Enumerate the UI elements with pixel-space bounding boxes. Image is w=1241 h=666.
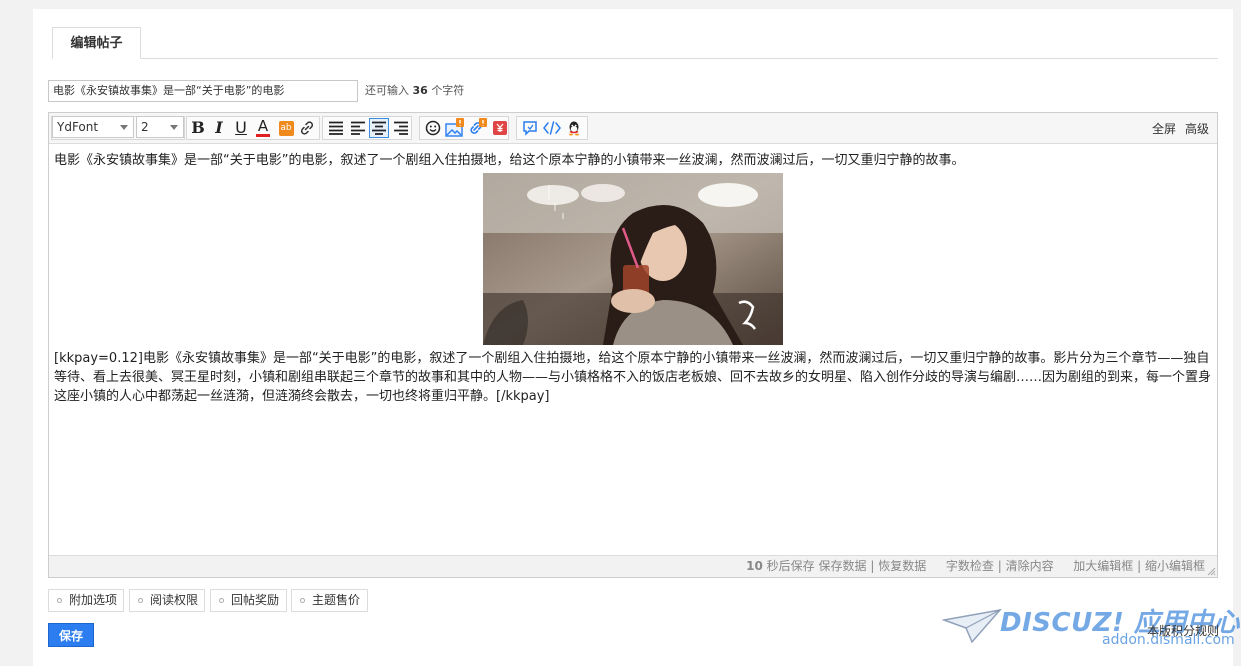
image-icon[interactable] [445,118,465,138]
qq-icon[interactable] [564,118,584,138]
chevron-down-icon [170,125,178,130]
statusbar-actions: 10 秒后保存 保存数据 | 恢复数据 字数检查 | 清除内容 加大编辑框 | … [746,556,1205,577]
word-check-link[interactable]: 字数检查 [946,559,994,573]
bullet-icon [219,598,224,603]
fullscreen-button[interactable]: 全屏 [1152,120,1176,137]
background-color-icon[interactable]: ab [276,118,296,138]
font-size-value: 2 [141,120,149,134]
clear-content-link[interactable]: 清除内容 [1006,559,1054,573]
autosave-text: 秒后保存 [766,559,815,573]
option-extra-button[interactable]: 附加选项 [48,589,124,612]
bullet-icon [57,598,62,603]
font-size-select[interactable]: 2 [136,116,184,138]
editor-toolbar: YdFont 2 B I U A ab 全屏 高级 [49,113,1217,144]
separator: | [997,559,1002,573]
font-family-value: YdFont [57,120,99,134]
save-data-link[interactable]: 保存数据 [818,559,866,573]
font-family-select[interactable]: YdFont [52,116,134,138]
resize-grip-icon[interactable] [1207,567,1216,576]
align-right-icon[interactable] [391,118,411,138]
paper-plane-icon [942,608,1002,644]
option-label: 阅读权限 [150,593,199,607]
align-center-icon[interactable] [369,118,389,138]
autosave-seconds: 10 [746,559,763,573]
bullet-icon [138,598,143,603]
advanced-mode-button[interactable]: 高级 [1185,120,1209,137]
movie-still-image[interactable] [483,173,783,345]
enlarge-editor-link[interactable]: 加大编辑框 [1073,559,1133,573]
option-thread-price-button[interactable]: 主题售价 [291,589,368,612]
editor-content-area[interactable]: 电影《永安镇故事集》是一部“关于电影”的电影，叙述了一个剧组入住拍摄地，给这个原… [49,145,1217,557]
editor-statusbar: 10 秒后保存 保存数据 | 恢复数据 字数检查 | 清除内容 加大编辑框 | … [49,555,1217,577]
comment-icon[interactable] [520,118,540,138]
separator: | [870,559,875,573]
char-count-hint: 还可输入 36 个字符 [365,80,464,102]
tab-edit-post[interactable]: 编辑帖子 [52,27,141,59]
shrink-editor-link[interactable]: 缩小编辑框 [1145,559,1205,573]
content-intro: 电影《永安镇故事集》是一部“关于电影”的电影，叙述了一个剧组入住拍摄地，给这个原… [54,153,965,168]
subject-input[interactable]: 电影《永安镇故事集》是一部“关于电影”的电影 [48,80,358,102]
font-color-icon[interactable]: A [253,118,273,138]
char-count-number: 36 [412,84,428,97]
content-image-row [54,173,1211,345]
option-label: 附加选项 [69,593,118,607]
char-count-prefix: 还可输入 [365,84,409,97]
restore-data-link[interactable]: 恢复数据 [878,559,926,573]
price-icon[interactable] [490,118,510,138]
rich-text-editor: YdFont 2 B I U A ab 全屏 高级 电影《永安镇故事集》是一部“… [48,112,1218,578]
attachment-link-icon[interactable] [468,118,488,138]
save-button[interactable]: 保存 [48,623,94,647]
separator: | [1137,559,1142,573]
emoji-icon[interactable] [423,118,443,138]
align-left-icon[interactable] [348,118,368,138]
tab-bar: 编辑帖子 [52,27,1218,59]
italic-icon[interactable]: I [209,118,229,138]
link-icon[interactable] [297,118,317,138]
option-reply-reward-button[interactable]: 回帖奖励 [210,589,287,612]
content-body: [kkpay=0.12]电影《永安镇故事集》是一部“关于电影”的电影，叙述了一个… [54,351,1212,404]
option-label: 回帖奖励 [231,593,280,607]
option-read-permission-button[interactable]: 阅读权限 [129,589,205,612]
chevron-down-icon [120,125,128,130]
font-color-letter: A [257,117,269,135]
option-label: 主题售价 [312,593,361,607]
bold-icon[interactable]: B [188,118,208,138]
bullet-icon [300,598,305,603]
char-count-suffix: 个字符 [431,84,465,97]
background-color-label: ab [278,120,294,136]
underline-icon[interactable]: U [231,118,251,138]
code-icon[interactable] [542,118,562,138]
justify-icon[interactable] [326,118,346,138]
font-color-swatch [256,134,270,137]
credit-rules-link[interactable]: 本版积分规则 [1147,622,1219,639]
